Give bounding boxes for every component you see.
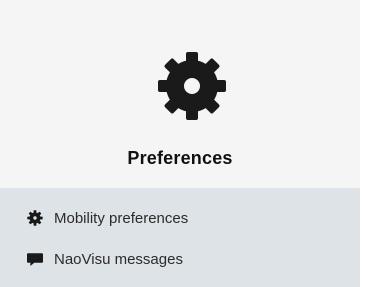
menu-item-label: Mobility preferences xyxy=(54,209,189,227)
message-icon xyxy=(26,250,44,268)
preferences-menu xyxy=(0,188,360,287)
preferences-card: Preferences Mobility preferences NaoVisu… xyxy=(0,0,360,287)
menu-item-naovisu-messages[interactable]: NaoVisu messages xyxy=(26,248,183,270)
page-background xyxy=(360,0,374,287)
card-header[interactable]: Preferences xyxy=(0,0,360,188)
menu-item-mobility-preferences[interactable]: Mobility preferences xyxy=(26,207,188,229)
gear-icon xyxy=(26,209,44,227)
gear-icon xyxy=(148,42,236,130)
menu-item-label: NaoVisu messages xyxy=(54,250,183,268)
card-title: Preferences xyxy=(127,148,233,168)
